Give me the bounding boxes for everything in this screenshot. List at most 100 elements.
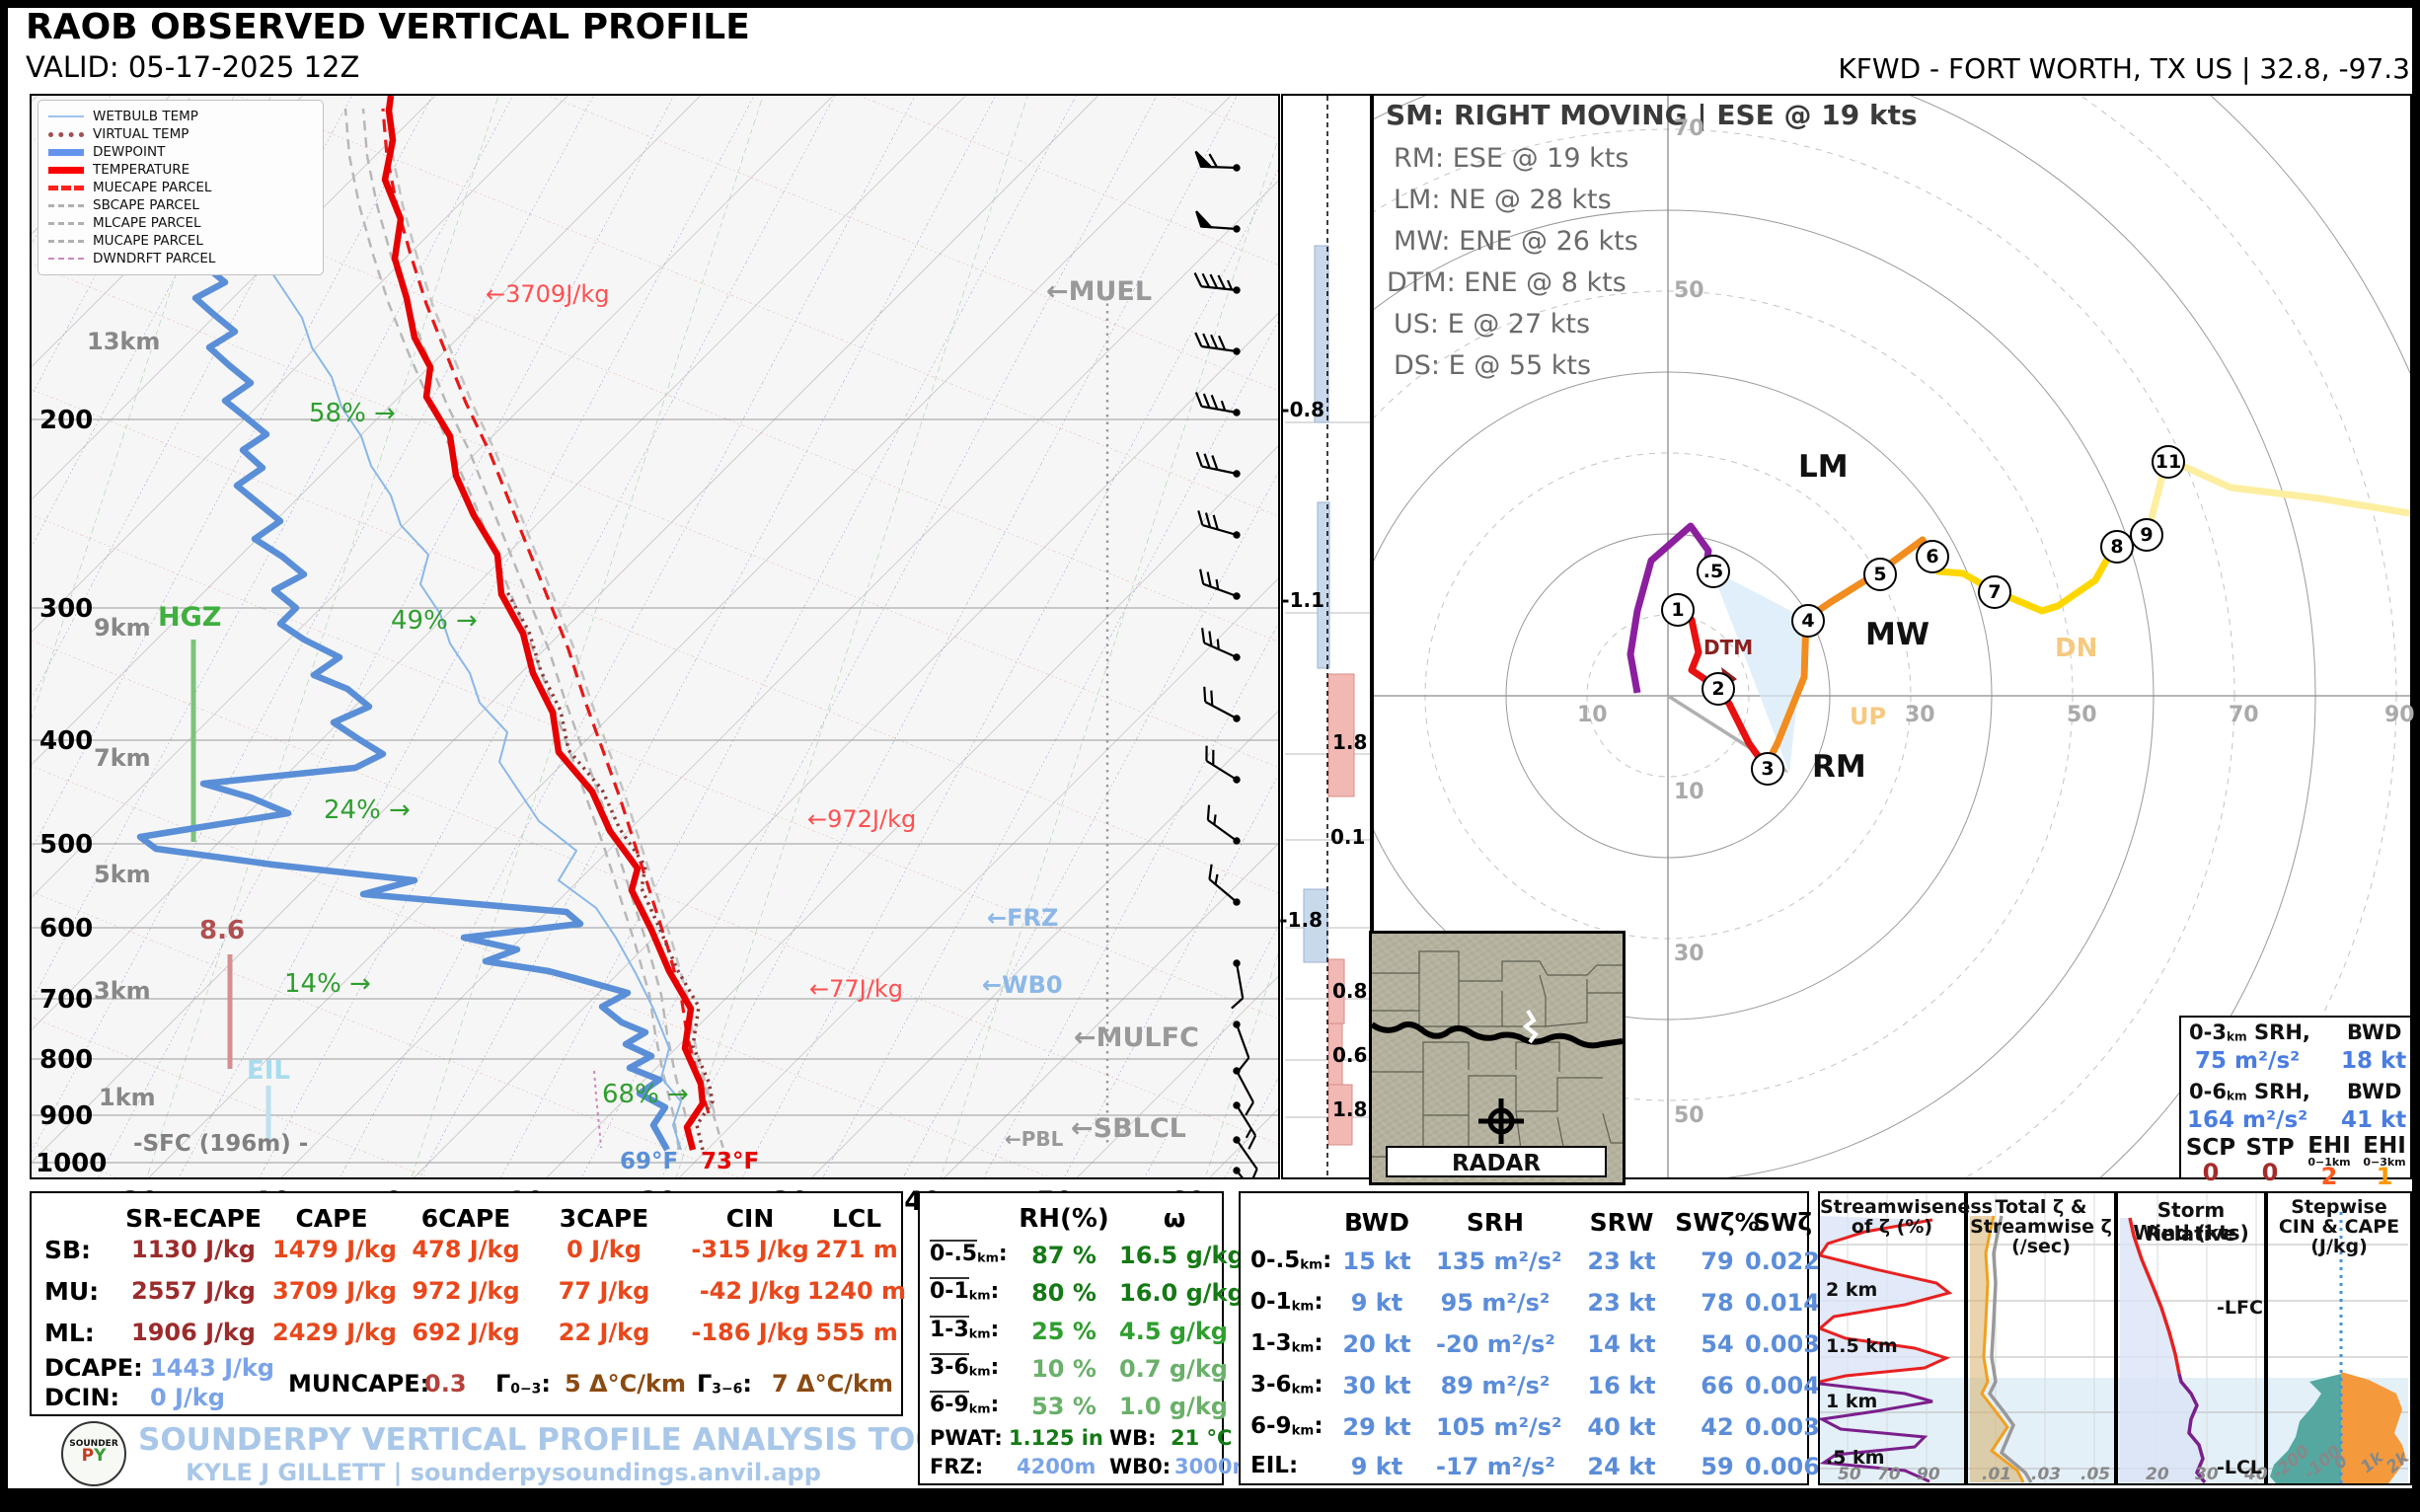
rh-value: 80 % [1031, 1279, 1097, 1307]
height-label: 2 km [1826, 1279, 1878, 1301]
ring-label: 90 [2384, 703, 2415, 727]
valid-time: VALID: 05-17-2025 12Z [26, 50, 360, 84]
legend-item: MUECAPE PARCEL [48, 179, 313, 196]
kin-srh: 135 m²/s² [1436, 1247, 1562, 1275]
wb-label: WB: [1109, 1426, 1157, 1450]
legend: WETBULB TEMP VIRTUAL TEMP DEWPOINT TEMPE… [38, 100, 324, 275]
panel-x-tick: 30 [2195, 1465, 2219, 1484]
ehi03-value: 1 [2376, 1163, 2393, 1190]
ml-6cape: 692 J/kg [412, 1319, 520, 1346]
kin-header: SWζ [1752, 1208, 1813, 1237]
pressure-tick: 500 [39, 830, 94, 860]
scp-value: 0 [2202, 1159, 2220, 1186]
hodo-marker: 7 [1978, 575, 2011, 609]
km-label: 7km [94, 744, 151, 772]
kin-srh: 89 m²/s² [1440, 1372, 1550, 1399]
scp-header: SCP [2185, 1135, 2236, 1161]
cape6-annotation: ←972J/kg [807, 805, 917, 833]
thermo-header: SR-ECAPE [125, 1204, 262, 1233]
mu-3cape: 77 J/kg [558, 1277, 650, 1305]
kin-srh: 95 m²/s² [1440, 1289, 1550, 1317]
radar-map-inset: RADAR UNAVAILABLE [1369, 931, 1626, 1185]
eil-label: EIL [247, 1056, 291, 1086]
panel-title: Streamwiseness [1820, 1196, 1993, 1218]
legend-item: DWNDRFT PARCEL [48, 250, 313, 267]
page-title: RAOB OBSERVED VERTICAL PROFILE [26, 7, 750, 47]
kin-swz: 0.003 [1745, 1330, 1820, 1358]
kin-bwd: 15 kt [1342, 1247, 1411, 1275]
lcl-label: -LCL [2217, 1457, 2263, 1478]
kin-srw: 16 kt [1587, 1372, 1656, 1399]
dcin-label: DCIN: [44, 1384, 120, 1411]
sb-cape: 1479 J/kg [272, 1236, 397, 1263]
cape3-annotation: ←77J/kg [809, 975, 903, 1003]
rm-label: RM [1812, 749, 1866, 785]
sblcl-label: ←SBLCL [1071, 1113, 1186, 1144]
muecape-line-icon [48, 185, 84, 190]
thermo-header: 3CAPE [559, 1204, 649, 1233]
hodo-marker: 3 [1751, 752, 1784, 786]
bwd06-value: 41 kt [2341, 1107, 2407, 1133]
ring-label: 70 [1674, 116, 1704, 141]
km-label: 13km [87, 328, 161, 355]
lapse36-label: Γ3−6: [697, 1370, 752, 1398]
mu-6cape: 972 J/kg [412, 1277, 520, 1305]
hodo-marker: 11 [2152, 445, 2185, 479]
advection-value: 0.8 [1332, 979, 1368, 1003]
rh-label-700: 14% → [284, 969, 371, 999]
mu-cin: -42 J/kg [699, 1277, 801, 1305]
rh-value: 87 % [1031, 1242, 1097, 1269]
hodo-marker: 2 [1702, 672, 1735, 706]
station-header: KFWD - FORT WORTH, TX US | 32.8, -97.3 [1838, 52, 2410, 85]
lapse03-value: 5 Δ°C/km [565, 1370, 686, 1398]
bwd03-value: 18 kt [2341, 1048, 2407, 1074]
mu-srecape: 2557 J/kg [131, 1277, 256, 1305]
kin-bwd: 9 kt [1350, 1289, 1403, 1317]
kin-srh: 105 m²/s² [1436, 1413, 1562, 1441]
panel-title: Wind (kts) [2133, 1221, 2249, 1245]
sb-cin: -315 J/kg [691, 1236, 809, 1263]
ml-cin: -186 J/kg [691, 1319, 809, 1346]
ehi01-header: EHI [2307, 1133, 2351, 1159]
kin-row-label: EIL: [1250, 1453, 1299, 1478]
lapse-label: 8.6 [199, 916, 246, 945]
rh-row-label: 3-6km: [930, 1353, 1000, 1380]
mu-lcl: 1240 m [806, 1277, 907, 1305]
panel-title: of ζ (%) [1851, 1216, 1933, 1238]
hodo-marker: 6 [1916, 540, 1949, 573]
lapse03-label: Γ0−3: [495, 1370, 551, 1398]
advection-value: 0.1 [1330, 825, 1366, 849]
sb-lcl: 271 m [815, 1236, 898, 1263]
rm-motion: RM: ESE @ 19 kts [1394, 143, 1629, 174]
hgz-label: HGZ [158, 602, 222, 633]
muncape-value: 0.3 [424, 1370, 467, 1398]
panel-title: Streamwise ζ [1970, 1216, 2112, 1238]
site-crosshair-icon [1478, 1098, 1524, 1144]
mw-label: MW [1865, 617, 1930, 652]
dn-label: DN [2055, 634, 2098, 663]
advection-value: -1.1 [1281, 588, 1324, 612]
panel-title: (/sec) [2011, 1236, 2071, 1257]
kin-header: BWD [1343, 1208, 1409, 1237]
rh-label-200: 58% → [309, 399, 396, 428]
advection-value: 1.8 [1332, 1097, 1368, 1121]
srh06-value: 164 m²/s² [2187, 1107, 2308, 1133]
kin-srh: -20 m²/s² [1436, 1330, 1555, 1358]
lapse36-value: 7 Δ°C/km [772, 1370, 893, 1398]
pbl-label: ←PBL [1005, 1127, 1064, 1151]
hodo-marker: 1 [1661, 593, 1695, 627]
kin-row-label: 3-6km: [1250, 1372, 1323, 1398]
kin-header: SRW [1589, 1208, 1654, 1237]
km-label: 3km [94, 977, 151, 1005]
mucape-annotation: ←3709J/kg [486, 280, 610, 308]
sfc-label: -SFC (196m) - [133, 1131, 309, 1157]
panel-title: Stepwise [2291, 1196, 2387, 1218]
muncape-label: MUNCAPE: [288, 1370, 430, 1398]
height-label: 1.5 km [1826, 1335, 1898, 1357]
thermo-row-label: SB: [44, 1236, 92, 1264]
branding-credit: KYLE J GILLETT | sounderpysoundings.anvi… [186, 1459, 821, 1486]
pressure-tick: 800 [39, 1045, 94, 1075]
hodo-marker: 5 [1863, 558, 1897, 591]
sb-3cape: 0 J/kg [567, 1236, 642, 1263]
thermo-row-label: ML: [44, 1319, 95, 1347]
